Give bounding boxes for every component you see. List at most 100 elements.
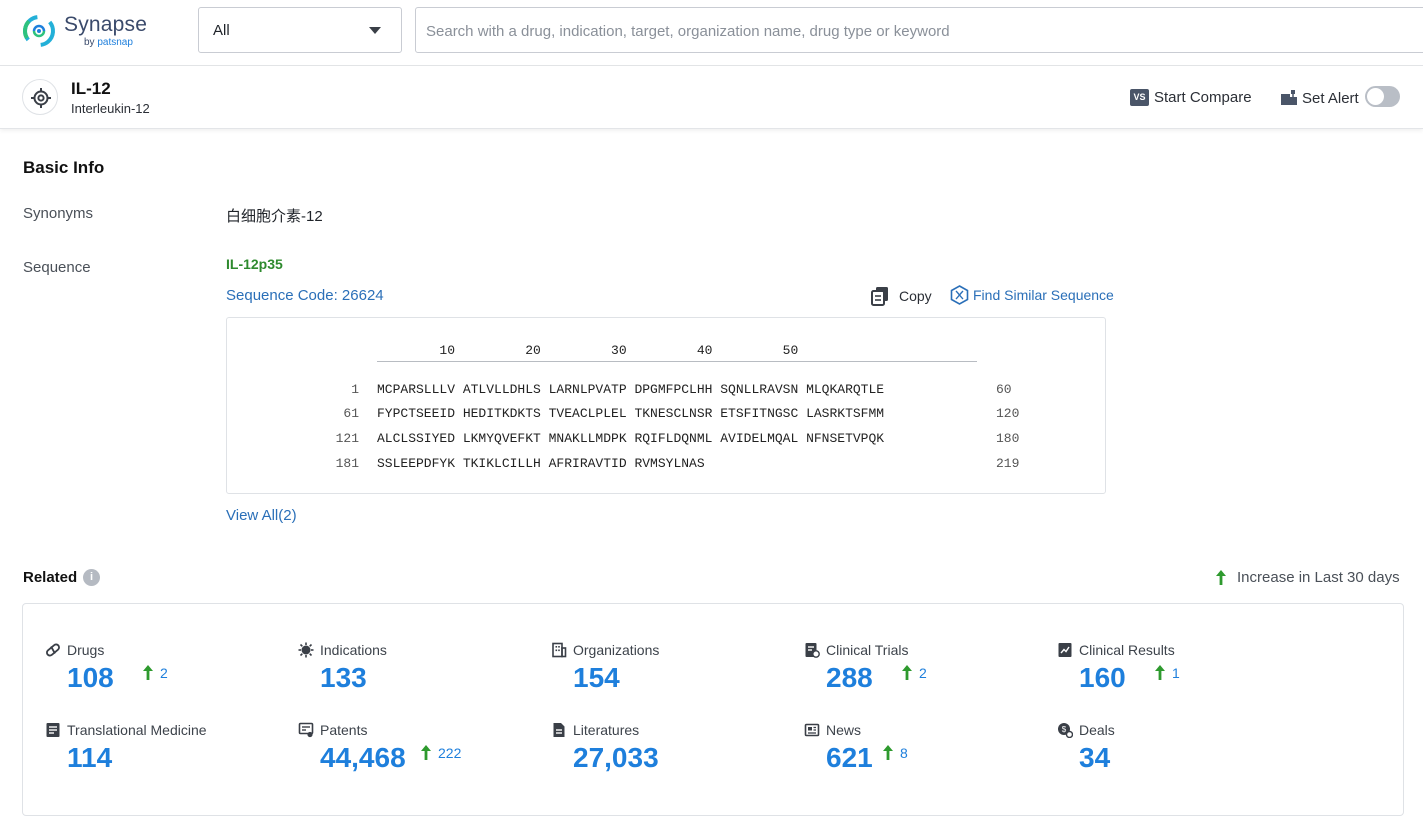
stat-label: Deals <box>1079 722 1115 738</box>
stat-label: Drugs <box>67 642 104 658</box>
stat-count: 154 <box>573 662 620 694</box>
stat-patents[interactable]: Patents 44,468 222 <box>298 722 548 788</box>
arrow-up-icon <box>142 664 154 682</box>
byline-brand: patsnap <box>97 37 133 48</box>
stat-indications[interactable]: Indications 133 <box>298 642 548 708</box>
sequence-viewer: 10 20 30 40 50 1 MCPARSLLLV ATLVLLDHLS L… <box>226 317 1106 494</box>
sequence-row: 1 MCPARSLLLV ATLVLLDHLS LARNLPVATP DPGMF… <box>227 382 1107 400</box>
row-end: 219 <box>996 456 1019 471</box>
related-stats-panel: Drugs 108 2 Indications 133 Organization… <box>22 603 1404 816</box>
stat-label: Organizations <box>573 642 659 658</box>
top-bar: Synapse by patsnap All <box>0 0 1423 66</box>
patent-icon <box>298 722 314 738</box>
stat-count: 133 <box>320 662 367 694</box>
stat-translational-medicine[interactable]: Translational Medicine 114 <box>45 722 295 788</box>
find-similar-label: Find Similar Sequence <box>973 287 1114 303</box>
deal-icon: $ <box>1057 722 1073 738</box>
sequence-row: 121 ALCLSSIYED LKMYQVEFKT MNAKLLMDPK RQI… <box>227 431 1107 449</box>
newspaper-icon <box>804 722 820 738</box>
info-icon[interactable]: i <box>83 569 100 586</box>
app-name: Synapse <box>64 13 147 37</box>
pill-icon <box>45 642 61 658</box>
row-residues: FYPCTSEEID HEDITKDKTS TVEACLPLEL TKNESCL… <box>377 406 884 421</box>
stat-drugs[interactable]: Drugs 108 2 <box>45 642 295 708</box>
stat-clinical-results[interactable]: Clinical Results 160 1 <box>1057 642 1307 708</box>
arrow-up-icon <box>882 744 894 762</box>
building-icon <box>551 642 567 658</box>
entity-subtitle: Interleukin-12 <box>71 101 150 116</box>
stat-label: Translational Medicine <box>67 722 207 738</box>
search-category-value: All <box>213 22 230 39</box>
synonyms-label: Synonyms <box>23 205 93 222</box>
related-title: Related <box>23 569 77 586</box>
row-end: 120 <box>996 406 1019 421</box>
svg-text:$: $ <box>1062 725 1067 734</box>
stat-increase-count: 1 <box>1172 665 1180 681</box>
search-input[interactable] <box>426 20 1406 42</box>
chevron-down-icon <box>369 27 381 34</box>
arrow-up-icon <box>901 664 913 682</box>
sequence-code-link[interactable]: Sequence Code: 26624 <box>226 287 384 304</box>
sequence-ruler: 10 20 30 40 50 <box>377 343 798 358</box>
sequence-row: 61 FYPCTSEEID HEDITKDKTS TVEACLPLEL TKNE… <box>227 406 1107 424</box>
row-start: 181 <box>287 456 359 471</box>
search-category-select[interactable]: All <box>198 7 402 53</box>
stat-increase-count: 2 <box>919 665 927 681</box>
stat-clinical-trials[interactable]: Clinical Trials 288 2 <box>804 642 1054 708</box>
clipboard-icon <box>804 642 820 658</box>
stat-label: Indications <box>320 642 387 658</box>
increase-legend-label: Increase in Last 30 days <box>1237 569 1400 586</box>
row-residues: SSLEEPDFYK TKIKLCILLH AFRIRAVTID RVMSYLN… <box>377 456 705 471</box>
stat-count: 34 <box>1079 742 1110 774</box>
stat-count: 114 <box>67 742 112 774</box>
row-start: 1 <box>287 382 359 397</box>
app-byline: by patsnap <box>84 37 133 48</box>
bell-icon <box>1280 89 1298 106</box>
stat-count: 288 <box>826 662 873 694</box>
chart-doc-icon <box>1057 642 1073 658</box>
stat-label: Literatures <box>573 722 639 738</box>
sequence-name: IL-12p35 <box>226 256 283 272</box>
stat-label: Clinical Results <box>1079 642 1175 658</box>
arrow-up-icon <box>1154 664 1166 682</box>
synapse-logo[interactable]: Synapse by patsnap <box>22 12 162 52</box>
row-residues: ALCLSSIYED LKMYQVEFKT MNAKLLMDPK RQIFLDQ… <box>377 431 884 446</box>
stat-organizations[interactable]: Organizations 154 <box>551 642 801 708</box>
stat-label: Patents <box>320 722 367 738</box>
copy-icon <box>871 286 891 306</box>
stat-increase-count: 8 <box>900 745 908 761</box>
ruler-line <box>377 361 977 362</box>
stat-label: News <box>826 722 861 738</box>
alert-toggle[interactable] <box>1365 86 1400 107</box>
stat-literatures[interactable]: Literatures 27,033 <box>551 722 801 788</box>
toggle-knob <box>1367 88 1384 105</box>
stat-count: 44,468 <box>320 742 406 774</box>
arrow-up-icon <box>420 744 432 762</box>
copy-label: Copy <box>899 288 932 304</box>
row-residues: MCPARSLLLV ATLVLLDHLS LARNLPVATP DPGMFPC… <box>377 382 884 397</box>
target-icon <box>22 79 58 115</box>
byline-prefix: by <box>84 37 95 48</box>
search-box[interactable] <box>415 7 1423 53</box>
row-end: 60 <box>996 382 1012 397</box>
row-end: 180 <box>996 431 1019 446</box>
stat-label: Clinical Trials <box>826 642 908 658</box>
virus-icon <box>298 642 314 658</box>
stat-news[interactable]: News 621 8 <box>804 722 1054 788</box>
stat-count: 108 <box>67 662 114 694</box>
compare-icon: VS <box>1130 89 1149 106</box>
sequence-label: Sequence <box>23 259 91 276</box>
entity-title: IL-12 <box>71 79 111 99</box>
set-alert-label: Set Alert <box>1302 90 1359 107</box>
view-all-link[interactable]: View All(2) <box>226 507 297 524</box>
row-start: 121 <box>287 431 359 446</box>
entity-header: IL-12 Interleukin-12 VS Start Compare Se… <box>0 66 1423 129</box>
stat-count: 160 <box>1079 662 1126 694</box>
book-icon <box>45 722 61 738</box>
stat-count: 621 <box>826 742 873 774</box>
stat-increase-count: 222 <box>438 745 461 761</box>
hexagon-dna-icon <box>950 285 969 305</box>
start-compare-label: Start Compare <box>1154 89 1252 106</box>
synapse-logo-icon <box>22 14 56 48</box>
stat-deals[interactable]: $ Deals 34 <box>1057 722 1307 788</box>
